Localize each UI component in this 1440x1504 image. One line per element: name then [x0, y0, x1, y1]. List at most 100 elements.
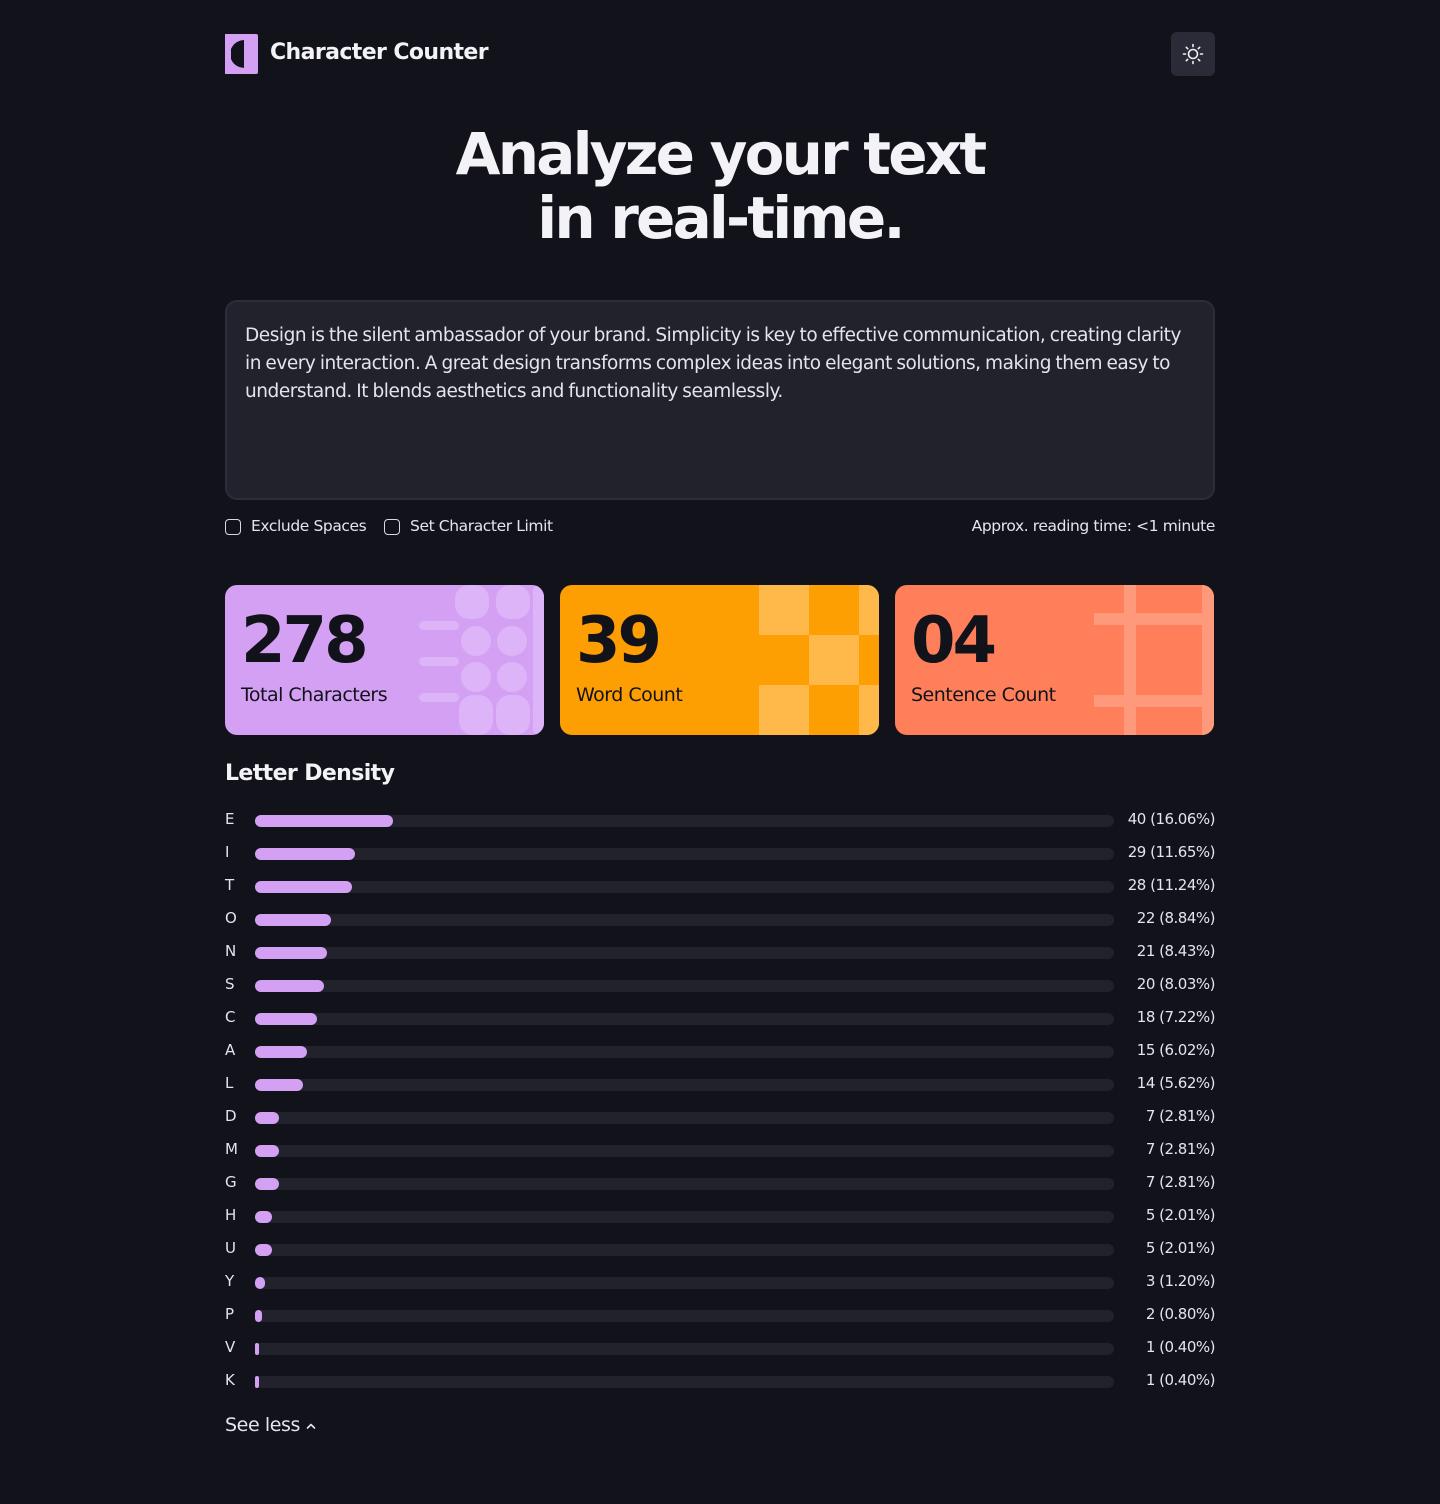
density-letter: S: [225, 975, 235, 993]
density-bar-track: [255, 1277, 1114, 1289]
density-bar-track: [255, 1013, 1114, 1025]
see-less-label: See less: [225, 1414, 301, 1436]
density-bar-fill: [255, 1079, 304, 1091]
density-letter: V: [225, 1338, 236, 1356]
density-bar-fill: [255, 848, 356, 860]
density-bar-track: [255, 1046, 1114, 1058]
density-bar-fill: [255, 980, 324, 992]
density-letter: U: [225, 1239, 236, 1257]
checkbox-box[interactable]: [384, 519, 400, 535]
density-value: 5 (2.01%): [1145, 1239, 1216, 1257]
density-bar-track: [255, 1310, 1114, 1322]
checkbox-box[interactable]: [225, 519, 241, 535]
density-bar-track: [255, 815, 1114, 827]
sun-icon: [1182, 43, 1204, 65]
density-letter: O: [225, 909, 237, 927]
density-value: 1 (0.40%): [1145, 1338, 1216, 1356]
density-letter: L: [225, 1074, 234, 1092]
density-letter: A: [225, 1041, 236, 1059]
density-value: 2 (0.80%): [1145, 1305, 1216, 1323]
density-value: 15 (6.02%): [1136, 1041, 1216, 1059]
density-letter: H: [225, 1206, 237, 1224]
density-value: 40 (16.06%): [1127, 810, 1216, 828]
density-bar-fill: [255, 1211, 273, 1223]
density-value: 28 (11.24%): [1127, 876, 1216, 894]
density-row: E 40 (16.06%): [225, 804, 1216, 837]
density-bar-track: [255, 947, 1114, 959]
density-letter: Y: [225, 1272, 235, 1290]
character-limit-label: Set Character Limit: [410, 517, 553, 535]
density-row: V 1 (0.40%): [225, 1332, 1216, 1365]
density-bar-fill: [255, 1244, 273, 1256]
density-value: 18 (7.22%): [1136, 1008, 1216, 1026]
density-row: U 5 (2.01%): [225, 1233, 1216, 1266]
density-bar-fill: [255, 1013, 318, 1025]
density-letter: K: [225, 1371, 235, 1389]
density-row: M 7 (2.81%): [225, 1134, 1216, 1167]
density-bar-track: [255, 848, 1114, 860]
density-value: 3 (1.20%): [1145, 1272, 1216, 1290]
density-bar-track: [255, 1343, 1114, 1355]
density-bar-fill: [255, 1112, 280, 1124]
circles-pattern-icon: [419, 585, 544, 735]
brand-title: Character Counter: [270, 40, 489, 65]
density-letter: I: [225, 843, 230, 861]
density-bar-fill: [255, 1310, 262, 1322]
reading-time: Approx. reading time: <1 minute: [971, 517, 1216, 535]
density-bar-track: [255, 980, 1114, 992]
stat-value: 04: [911, 604, 997, 678]
density-value: 14 (5.62%): [1136, 1074, 1216, 1092]
density-value: 1 (0.40%): [1145, 1371, 1216, 1389]
theme-toggle-button[interactable]: [1171, 32, 1215, 76]
density-value: 7 (2.81%): [1145, 1140, 1216, 1158]
density-row: D 7 (2.81%): [225, 1101, 1216, 1134]
density-letter: M: [225, 1140, 238, 1158]
density-row: N 21 (8.43%): [225, 936, 1216, 969]
density-value: 22 (8.84%): [1136, 909, 1216, 927]
density-value: 5 (2.01%): [1145, 1206, 1216, 1224]
density-bar-track: [255, 1079, 1114, 1091]
stat-value: 39: [576, 604, 662, 678]
options-row: Exclude Spaces Set Character Limit Appro…: [225, 515, 1215, 539]
density-bar-track: [255, 1211, 1114, 1223]
density-bar-track: [255, 914, 1114, 926]
density-bar-track: [255, 1178, 1114, 1190]
stat-value: 278: [241, 604, 369, 678]
density-letter: T: [225, 876, 235, 894]
hero-line-2: in real-time.: [537, 184, 905, 252]
see-less-button[interactable]: See less: [225, 1414, 316, 1436]
density-bar-track: [255, 1376, 1114, 1388]
density-bar-track: [255, 1112, 1114, 1124]
density-bar-fill: [255, 815, 393, 827]
density-bar-fill: [255, 1277, 266, 1289]
stat-label: Word Count: [576, 684, 683, 706]
letter-density-list: E 40 (16.06%) I 29 (11.65%) T 28 (11.24%) O 22 …: [225, 804, 1216, 1398]
density-value: 20 (8.03%): [1136, 975, 1216, 993]
density-bar-fill: [255, 1343, 259, 1355]
text-input[interactable]: Design is the silent ambassador of your …: [225, 300, 1215, 500]
density-value: 7 (2.81%): [1145, 1173, 1216, 1191]
sentence-count-card: 04 Sentence Count: [895, 585, 1214, 735]
checker-pattern-icon: [759, 585, 879, 735]
density-bar-fill: [255, 881, 352, 893]
density-row: G 7 (2.81%): [225, 1167, 1216, 1200]
density-row: H 5 (2.01%): [225, 1200, 1216, 1233]
density-bar-track: [255, 1145, 1114, 1157]
density-letter: P: [225, 1305, 235, 1323]
density-value: 29 (11.65%): [1127, 843, 1216, 861]
density-row: A 15 (6.02%): [225, 1035, 1216, 1068]
density-row: P 2 (0.80%): [225, 1299, 1216, 1332]
density-letter: E: [225, 810, 235, 828]
logo-icon: [225, 34, 258, 74]
exclude-spaces-label: Exclude Spaces: [251, 517, 367, 535]
letter-density-title: Letter Density: [225, 761, 395, 786]
density-value: 7 (2.81%): [1145, 1107, 1216, 1125]
density-letter: C: [225, 1008, 236, 1026]
word-count-card: 39 Word Count: [560, 585, 879, 735]
density-letter: D: [225, 1107, 237, 1125]
total-characters-card: 278 Total Characters: [225, 585, 544, 735]
density-row: Y 3 (1.20%): [225, 1266, 1216, 1299]
density-row: C 18 (7.22%): [225, 1002, 1216, 1035]
density-row: L 14 (5.62%): [225, 1068, 1216, 1101]
density-row: O 22 (8.84%): [225, 903, 1216, 936]
